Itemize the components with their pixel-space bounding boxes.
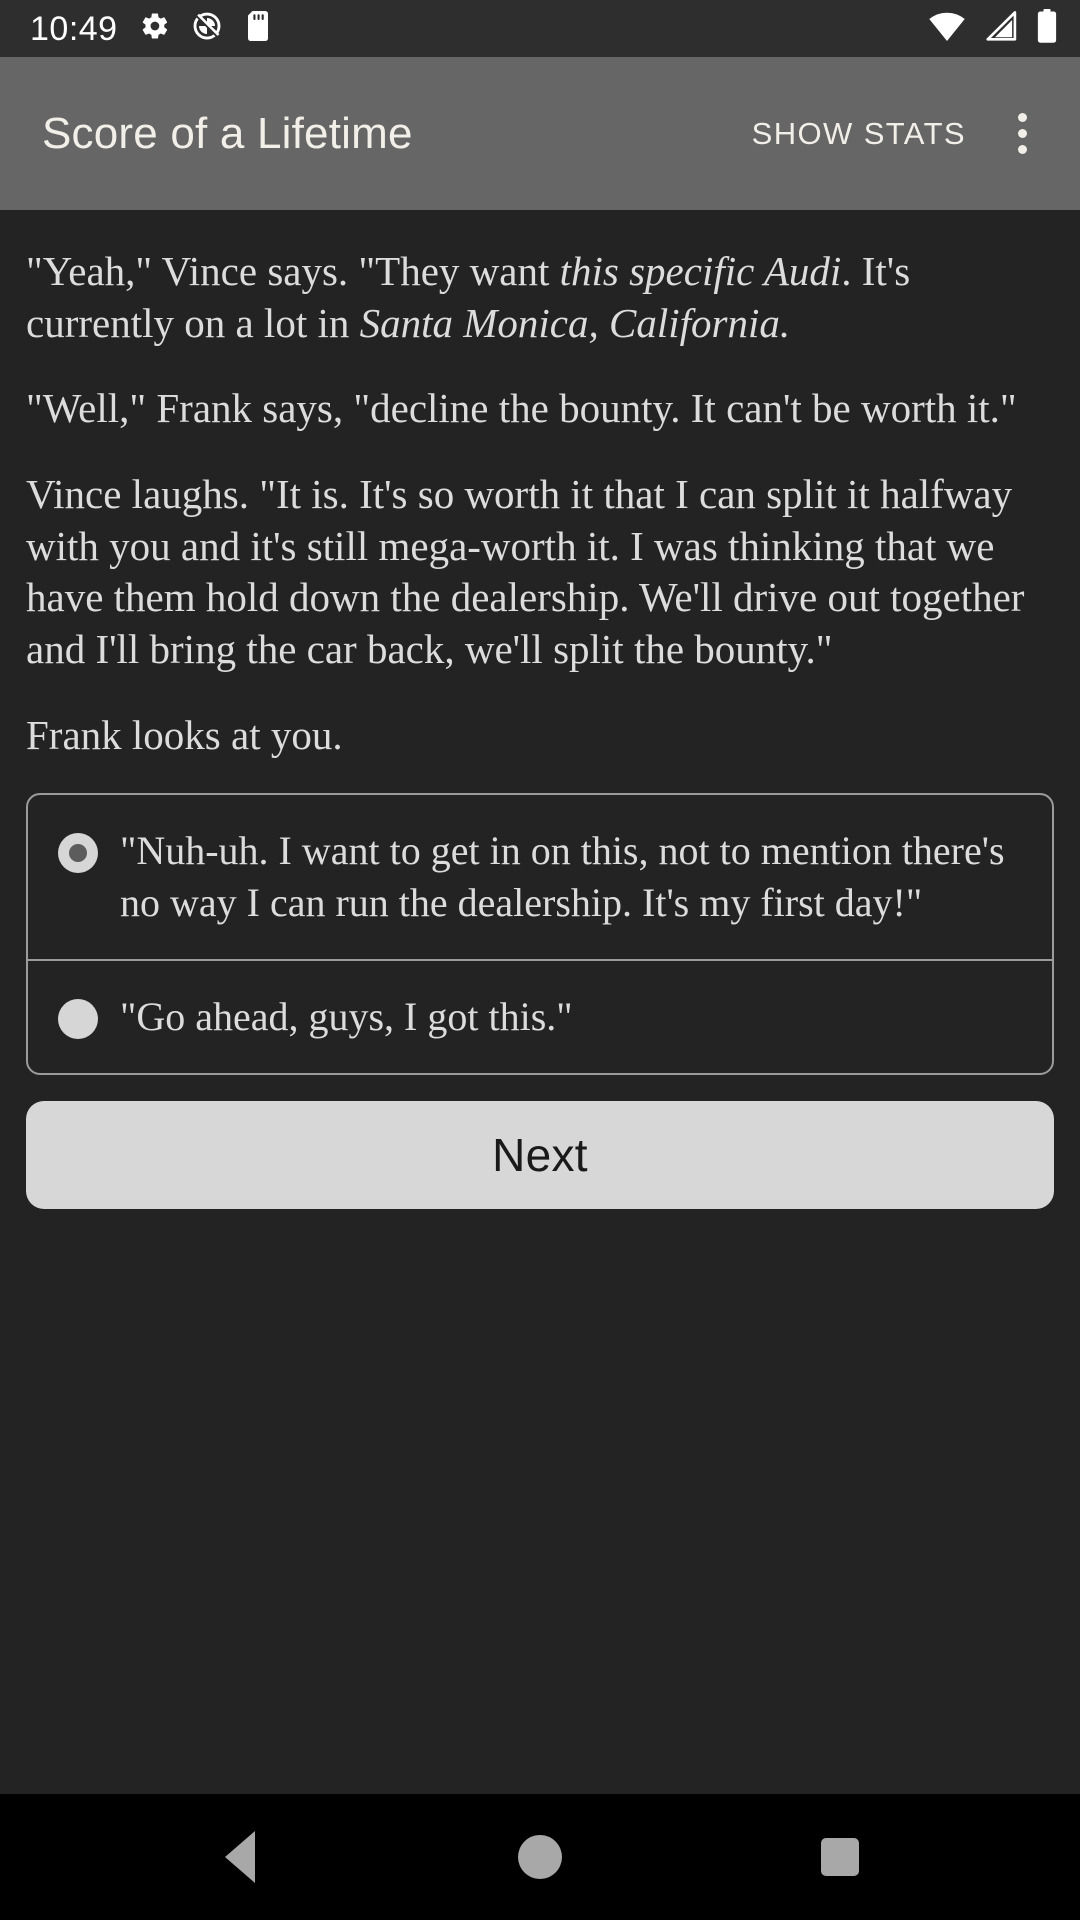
- do-not-disturb-icon: [192, 11, 222, 46]
- story-paragraph: "Well," Frank says, "decline the bounty.…: [26, 383, 1054, 435]
- story-run: Vince laughs. "It is. It's so worth it t…: [26, 470, 1025, 672]
- sd-card-icon: [244, 11, 272, 46]
- battery-icon: [1036, 9, 1058, 48]
- wifi-icon: [928, 10, 966, 47]
- story-run: "Yeah," Vince says. "They want: [26, 248, 560, 294]
- more-vertical-icon[interactable]: [990, 102, 1054, 166]
- page-title: Score of a Lifetime: [42, 108, 413, 158]
- back-icon[interactable]: [180, 1797, 300, 1917]
- choice-option[interactable]: "Go ahead, guys, I got this.": [28, 959, 1052, 1073]
- gear-icon: [140, 11, 170, 46]
- choice-option[interactable]: "Nuh-uh. I want to get in on this, not t…: [28, 795, 1052, 959]
- story-paragraph: "Yeah," Vince says. "They want this spec…: [26, 246, 1054, 349]
- cellular-signal-icon: [984, 10, 1018, 47]
- story-text: "Yeah," Vince says. "They want this spec…: [26, 246, 1054, 761]
- story-content: "Yeah," Vince says. "They want this spec…: [0, 210, 1080, 1794]
- next-button[interactable]: Next: [26, 1101, 1054, 1210]
- app-bar: Score of a Lifetime SHOW STATS: [0, 57, 1080, 210]
- choice-label: "Nuh-uh. I want to get in on this, not t…: [120, 828, 1005, 926]
- android-navigation-bar: [0, 1794, 1080, 1920]
- radio-button-selected-icon[interactable]: [58, 833, 98, 874]
- story-paragraph: Frank looks at you.: [26, 710, 1054, 762]
- story-run: Frank looks at you.: [26, 711, 343, 758]
- home-icon[interactable]: [480, 1797, 600, 1917]
- show-stats-button[interactable]: SHOW STATS: [740, 102, 978, 166]
- status-bar-left: 10:49: [30, 11, 272, 46]
- story-paragraph: Vince laughs. "It is. It's so worth it t…: [26, 469, 1054, 676]
- status-bar-right: [928, 9, 1058, 48]
- recents-icon[interactable]: [780, 1797, 900, 1917]
- choice-group: "Nuh-uh. I want to get in on this, not t…: [26, 793, 1054, 1076]
- app-screen: 10:49 Score of a Lifetime SHOW STATS "Ye…: [0, 0, 1080, 1920]
- status-bar: 10:49: [0, 0, 1080, 57]
- choice-label: "Go ahead, guys, I got this.": [120, 994, 573, 1040]
- story-run: "Well," Frank says, "decline the bounty.…: [26, 385, 1017, 432]
- status-clock: 10:49: [30, 9, 118, 48]
- story-emphasis: Santa Monica, California.: [359, 299, 791, 346]
- radio-button-icon[interactable]: [58, 999, 98, 1040]
- story-emphasis: this specific Audi: [559, 248, 842, 294]
